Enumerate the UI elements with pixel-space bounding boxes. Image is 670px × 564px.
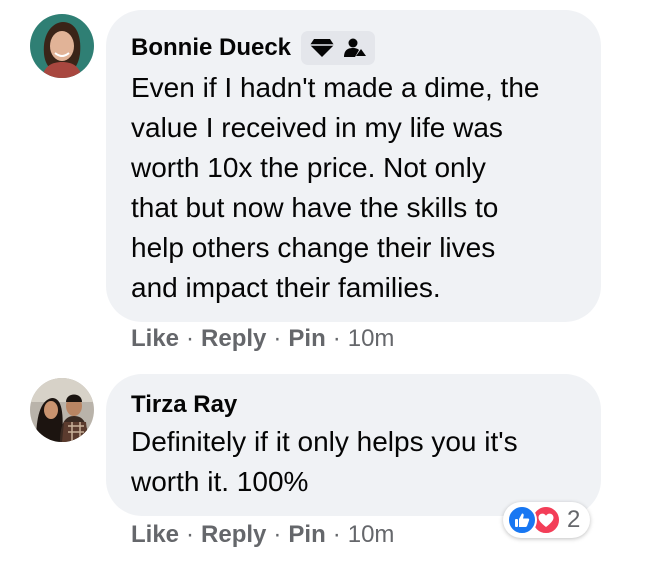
separator-dot: · <box>186 521 195 548</box>
comment-actions: Like · Reply · Pin · 10m <box>131 325 394 353</box>
like-button[interactable]: Like <box>131 521 179 549</box>
author-row: Tirza Ray <box>131 391 237 419</box>
avatar[interactable] <box>30 378 94 442</box>
separator-dot: · <box>273 325 282 352</box>
comment-actions: Like · Reply · Pin · 10m <box>131 521 394 549</box>
reply-button[interactable]: Reply <box>201 521 266 549</box>
reaction-summary[interactable]: 2 <box>503 502 591 538</box>
comment-text-line: value I received in my life was <box>131 112 503 143</box>
comment-bubble: Bonnie Dueck Even if I hadn't made a dim… <box>106 10 601 322</box>
comment-text-line: worth 10x the price. Not only <box>131 152 486 183</box>
timestamp[interactable]: 10m <box>348 521 395 549</box>
separator-dot: · <box>332 521 341 548</box>
reply-button[interactable]: Reply <box>201 325 266 353</box>
like-icon <box>507 505 537 535</box>
pin-button[interactable]: Pin <box>288 325 325 353</box>
author-name[interactable]: Bonnie Dueck <box>131 34 291 62</box>
comment-text-line: help others change their lives <box>131 232 496 263</box>
separator-dot: · <box>273 521 282 548</box>
comment-text: Even if I hadn't made a dime, the value … <box>131 68 539 308</box>
reaction-count: 2 <box>567 506 581 533</box>
comment-text: Definitely if it only helps you it's wor… <box>131 422 518 502</box>
person-share-icon <box>344 38 367 57</box>
diamond-icon <box>310 39 335 57</box>
comment-bubble: Tirza Ray Definitely if it only helps yo… <box>106 374 601 516</box>
avatar[interactable] <box>30 14 94 78</box>
pin-button[interactable]: Pin <box>288 521 325 549</box>
separator-dot: · <box>186 325 195 352</box>
separator-dot: · <box>332 325 341 352</box>
comment-text-line: that but now have the skills to <box>131 192 499 223</box>
comment-text-line: Even if I hadn't made a dime, the <box>131 72 540 103</box>
like-button[interactable]: Like <box>131 325 179 353</box>
comment-text-line: worth it. 100% <box>131 466 309 497</box>
author-name[interactable]: Tirza Ray <box>131 391 237 419</box>
comment-text-line: Definitely if it only helps you it's <box>131 426 518 457</box>
author-row: Bonnie Dueck <box>131 31 376 65</box>
timestamp[interactable]: 10m <box>348 325 395 353</box>
comment-text-line: and impact their families. <box>131 272 441 303</box>
badges <box>301 31 376 65</box>
